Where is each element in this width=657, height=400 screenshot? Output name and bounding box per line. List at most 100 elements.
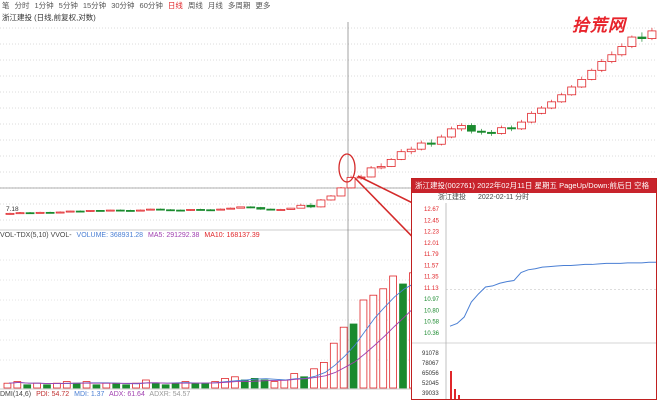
candle-body <box>296 204 306 209</box>
popup-volume-tick: 91078 <box>422 351 439 357</box>
popup-price-tick: 12.45 <box>424 218 440 224</box>
candle-body <box>45 211 55 214</box>
candle-body <box>306 204 316 208</box>
candle-body <box>577 79 587 88</box>
volume-bar <box>171 382 180 389</box>
candle-body <box>547 101 557 109</box>
candle-body <box>176 209 185 212</box>
candle-body <box>135 209 145 212</box>
candle-body <box>597 61 607 71</box>
volume-bar <box>389 275 397 389</box>
volume-bar <box>201 382 210 389</box>
intraday-popup[interactable]: 浙江建投(002761) 2022年02月11日 星期五 PageUp/Down… <box>411 178 657 400</box>
popup-volume-bar <box>454 389 456 399</box>
candle-body <box>316 199 326 208</box>
popup-volume-bar <box>458 395 460 399</box>
candle-body <box>567 86 577 96</box>
volume-bar <box>72 382 81 389</box>
volume-bar <box>142 379 150 389</box>
popup-volume-tick: 39033 <box>422 391 439 397</box>
popup-volume-tick: 65056 <box>422 371 439 377</box>
popup-date: 2022-02-11 分时 <box>477 194 530 201</box>
volume-bar <box>92 384 101 389</box>
volume-bar <box>280 379 289 389</box>
candle-body <box>647 30 657 39</box>
candle-body <box>266 208 276 211</box>
popup-price-tick: 12.23 <box>424 230 440 236</box>
popup-price-tick: 10.36 <box>424 331 440 337</box>
volume-bar <box>359 299 368 389</box>
popup-price-line <box>449 261 656 327</box>
candle-body <box>326 195 336 201</box>
candle-body <box>426 142 436 145</box>
candle-body <box>336 187 346 197</box>
popup-volume-tick: 78067 <box>422 361 439 367</box>
candle-body <box>226 207 236 210</box>
candle-body <box>256 207 266 210</box>
volume-bar <box>161 384 170 389</box>
candle-body <box>386 158 396 167</box>
volume-bar <box>122 384 130 389</box>
popup-price-tick: 11.57 <box>424 263 439 269</box>
candle-body <box>65 210 75 213</box>
candle-body <box>527 112 536 123</box>
volume-bar <box>231 376 239 389</box>
popup-stock-name: 浙江建投 <box>438 194 466 201</box>
popup-price-tick: 10.80 <box>424 308 440 314</box>
popup-header[interactable]: 浙江建投(002761) 2022年02月11日 星期五 PageUp/Down… <box>412 179 656 193</box>
candle-body <box>75 210 85 213</box>
volume-bar <box>349 323 358 389</box>
candle-body <box>276 209 286 211</box>
candle-body <box>25 212 35 215</box>
candle-body <box>346 177 356 189</box>
candle-body <box>246 206 256 209</box>
candle-body <box>637 36 647 39</box>
candle-body <box>186 209 195 211</box>
candle-body <box>206 209 216 212</box>
candle-body <box>125 210 135 212</box>
volume-bar <box>399 283 407 389</box>
candle-body <box>55 211 65 214</box>
candle-body <box>146 208 155 211</box>
candle-body <box>376 166 386 169</box>
candle-body <box>456 125 466 130</box>
volume-bar <box>221 377 229 389</box>
candle-body <box>517 121 526 130</box>
popup-price-tick: 11.79 <box>424 252 439 258</box>
candle-body <box>467 125 476 132</box>
candle-body <box>115 209 125 212</box>
candle-body <box>436 136 446 145</box>
volume-bar <box>379 288 388 389</box>
volume-bar <box>33 382 41 389</box>
popup-price-tick: 12.01 <box>424 241 440 247</box>
candle-body <box>497 127 506 134</box>
candle-body <box>166 209 175 212</box>
popup-subtitle: 浙江建投 2022-02-11 分时 <box>412 193 656 203</box>
candle-body <box>507 127 516 130</box>
candle-body <box>607 54 617 62</box>
candle-body <box>286 207 296 210</box>
volume-bar <box>3 382 12 389</box>
popup-volume-tick: 52045 <box>422 381 439 387</box>
candle-body <box>627 36 637 47</box>
volume-bar <box>23 384 32 389</box>
volume-ma10-line <box>8 286 445 384</box>
volume-bar <box>62 381 71 389</box>
candle-body <box>416 142 426 150</box>
volume-bar <box>112 382 121 389</box>
volume-bar <box>290 373 299 389</box>
popup-price-tick: 10.58 <box>424 320 440 326</box>
candle-body <box>617 46 627 56</box>
candle-body <box>15 212 25 215</box>
candle-body <box>537 107 547 114</box>
volume-bar <box>151 382 160 389</box>
popup-price-tick: 12.67 <box>424 207 440 213</box>
candle-body <box>236 206 246 209</box>
candle-body <box>366 167 376 178</box>
volume-bar <box>43 384 51 389</box>
candle-body <box>216 208 226 211</box>
popup-price-tick: 10.97 <box>424 297 440 303</box>
candle-body <box>85 210 95 212</box>
candle-body <box>406 148 416 153</box>
candle-body <box>446 128 456 138</box>
